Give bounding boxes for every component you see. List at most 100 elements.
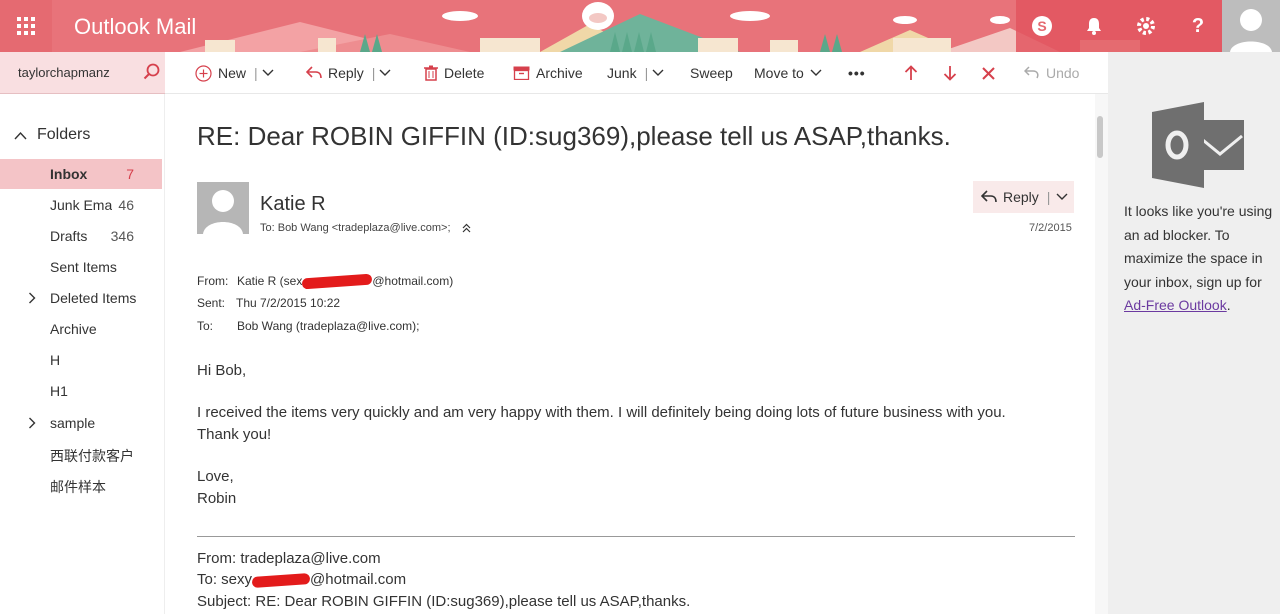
meta-to-value: Bob Wang (tradeplaza@live.com); [237,319,420,333]
folder-label: Sent Items [50,259,117,275]
reply-label: Reply [328,65,364,81]
folder-label: Junk Email [50,197,112,213]
quoted-from: From: tradeplaza@live.com [197,550,381,567]
delete-label: Delete [444,65,485,81]
sidebar-item-junk-email[interactable]: Junk Email 46 [0,190,162,220]
chevron-right-icon[interactable] [28,417,36,429]
sidebar-item-h1[interactable]: H1 [0,376,162,406]
sweep-button[interactable]: Sweep [690,52,733,94]
archive-label: Archive [536,65,583,81]
chevron-down-icon[interactable] [379,69,391,77]
person-icon [1230,9,1272,52]
reading-pane-scrollbar[interactable] [1095,94,1108,614]
more-actions-button[interactable]: ••• [848,52,866,94]
sidebar-item-western-union-customers[interactable]: 西联付款客户 [0,439,162,469]
meta-from: From: Katie R (sex @hotmail.com) [197,273,453,290]
recipients-text[interactable]: To: Bob Wang <tradeplaza@live.com>; [260,222,451,234]
svg-text:S: S [1037,18,1046,34]
previous-message-button[interactable] [904,52,924,94]
meta-from-value: Katie R (sex @hotmail.com) [237,273,453,290]
folder-count: 346 [110,228,134,244]
skype-button[interactable]: S [1016,0,1068,52]
user-avatar[interactable] [1222,0,1280,52]
help-button[interactable]: ? [1172,0,1224,52]
settings-button[interactable] [1120,0,1172,52]
undo-label: Undo [1046,65,1080,81]
ad-free-outlook-link[interactable]: Ad-Free Outlook [1124,297,1227,313]
sidebar-item-drafts[interactable]: Drafts 346 [0,221,162,251]
search-input[interactable]: taylorchapmanz [18,65,118,80]
message-subject: RE: Dear ROBIN GIFFIN (ID:sug369),please… [197,121,951,151]
undo-button[interactable]: Undo [1024,52,1079,94]
ad-blocker-text: It looks like you're using an ad blocker… [1124,203,1273,290]
new-button[interactable]: New | [195,52,280,94]
sender-name[interactable]: Katie R [260,193,326,216]
search-box[interactable]: taylorchapmanz [0,52,165,94]
person-icon [203,190,243,234]
move-to-label: Move to [754,65,804,81]
app-title[interactable]: Outlook Mail [74,14,196,40]
reply-button[interactable]: Reply | [973,181,1074,213]
folder-count: 7 [126,166,134,182]
close-message-button[interactable] [982,52,1001,94]
meta-to-label: To: [197,319,214,333]
sidebar-item-sample[interactable]: sample [0,408,162,438]
recipients-line: To: Bob Wang <tradeplaza@live.com>; [260,222,471,234]
sidebar-item-h[interactable]: H [0,345,162,375]
reply-toolbar-button[interactable]: Reply | [306,52,397,94]
reply-label: Reply [1003,189,1039,205]
app-launcher-button[interactable] [0,0,52,52]
ad-blocker-message: It looks like you're using an ad blocker… [1124,200,1274,318]
reading-pane: RE: Dear ROBIN GIFFIN (ID:sug369),please… [165,94,1108,614]
double-chevron-up-icon[interactable] [462,223,471,233]
top-header: Outlook Mail S ? [0,0,1280,52]
folder-label: Deleted Items [50,290,136,306]
meta-from-prefix: Katie R (sex [237,274,303,288]
skype-icon: S [1032,16,1052,36]
chevron-up-icon [14,131,27,139]
new-label: New [218,65,247,81]
meta-sent: Sent: Thu 7/2/2015 10:22 [197,296,340,310]
junk-button[interactable]: Junk | [607,52,670,94]
redaction-mark [302,273,373,290]
folder-count: 46 [118,197,134,213]
undo-icon [1024,66,1039,79]
chevron-down-icon[interactable] [1056,193,1068,201]
close-icon [982,66,995,80]
sidebar-item-inbox[interactable]: Inbox 7 [0,159,162,189]
bell-icon [1087,18,1101,35]
notifications-button[interactable] [1068,0,1120,52]
reply-icon [981,190,997,203]
folder-label: H [50,352,61,368]
junk-label: Junk [607,65,637,81]
ad-blocker-suffix: . [1226,297,1231,313]
meta-to: To: Bob Wang (tradeplaza@live.com); [197,319,419,333]
folder-label: Archive [50,321,97,337]
arrow-down-icon [943,66,957,81]
reply-icon [306,66,322,79]
chevron-down-icon[interactable] [652,69,664,77]
meta-sent-label: Sent: [197,296,226,310]
sweep-label: Sweep [690,65,733,81]
sidebar-item-deleted-items[interactable]: Deleted Items [0,283,162,313]
gear-icon [1137,17,1155,35]
archive-button[interactable]: Archive [513,52,583,94]
move-to-button[interactable]: Move to [754,52,828,94]
next-message-button[interactable] [943,52,963,94]
folders-header[interactable]: Folders [14,126,90,144]
sidebar-item-archive[interactable]: Archive [0,314,162,344]
quote-divider [197,536,1075,537]
arrow-up-icon [904,65,918,80]
message-date: 7/2/2015 [1029,222,1072,234]
quoted-to: To: sexy @hotmail.com [197,571,406,588]
plus-circle-icon [195,64,212,82]
delete-button[interactable]: Delete [424,52,484,94]
sidebar-item-mail-samples[interactable]: 邮件样本 [0,470,162,500]
chevron-right-icon[interactable] [28,292,36,304]
search-icon[interactable] [143,63,161,81]
chevron-down-icon[interactable] [262,69,274,77]
sidebar-item-sent-items[interactable]: Sent Items [0,252,162,282]
scrollbar-thumb[interactable] [1097,116,1103,158]
outlook-logo-icon [1152,102,1244,188]
quoted-to-prefix: To: sexy [197,571,253,588]
